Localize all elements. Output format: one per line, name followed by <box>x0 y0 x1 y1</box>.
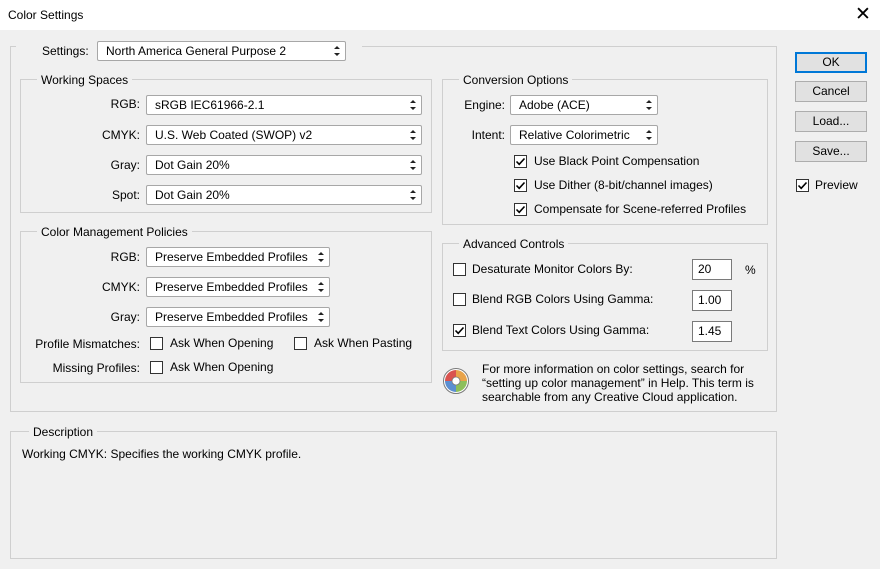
dither-checkbox[interactable] <box>514 179 527 192</box>
ws-rgb-dropdown[interactable]: sRGB IEC61966-2.1 <box>146 95 422 115</box>
load-button[interactable]: Load... <box>795 111 867 132</box>
desaturate-unit: % <box>745 263 756 277</box>
dropdown-arrow-icon <box>410 160 416 170</box>
dropdown-arrow-icon <box>334 46 340 56</box>
ws-spot-value: Dot Gain 20% <box>155 188 230 202</box>
save-button[interactable]: Save... <box>795 141 867 162</box>
blend-text-label: Blend Text Colors Using Gamma: <box>472 323 650 337</box>
conversion-legend: Conversion Options <box>459 73 573 87</box>
desaturate-input[interactable]: 20 <box>692 259 732 280</box>
dropdown-arrow-icon <box>318 282 324 292</box>
description-legend: Description <box>29 425 98 439</box>
color-wheel-icon <box>443 368 469 394</box>
settings-value: North America General Purpose 2 <box>106 44 287 58</box>
policy-rgb-dropdown[interactable]: Preserve Embedded Profiles <box>146 247 330 267</box>
dropdown-arrow-icon <box>646 100 652 110</box>
blend-text-checkbox[interactable] <box>453 324 466 337</box>
checkmark-icon <box>797 181 808 190</box>
policy-gray-value: Preserve Embedded Profiles <box>155 310 308 324</box>
dither-label: Use Dither (8-bit/channel images) <box>534 178 713 192</box>
ws-cmyk-label: CMYK: <box>101 128 140 142</box>
policy-cmyk-label: CMYK: <box>101 280 140 294</box>
description-text: Working CMYK: Specifies the working CMYK… <box>22 447 302 461</box>
intent-label: Intent: <box>471 128 505 142</box>
info-line-2: “setting up color management” in Help. T… <box>482 376 754 390</box>
settings-label: Settings: <box>42 44 89 58</box>
ws-gray-label: Gray: <box>110 158 140 172</box>
scene-referred-checkbox[interactable] <box>514 203 527 216</box>
title-bar: Color Settings ✕ <box>0 0 880 30</box>
cancel-button[interactable]: Cancel <box>795 81 867 102</box>
dropdown-arrow-icon <box>410 100 416 110</box>
blend-rgb-checkbox[interactable] <box>453 293 466 306</box>
blend-rgb-input[interactable]: 1.00 <box>692 290 732 311</box>
missing-opening-checkbox[interactable] <box>150 361 163 374</box>
dropdown-arrow-icon <box>410 190 416 200</box>
engine-value: Adobe (ACE) <box>519 98 590 112</box>
profile-mismatches-label: Profile Mismatches: <box>35 337 140 351</box>
info-line-3: searchable from any Creative Cloud appli… <box>482 390 738 404</box>
dropdown-arrow-icon <box>318 252 324 262</box>
checkmark-icon <box>454 326 465 335</box>
missing-profiles-label: Missing Profiles: <box>52 361 140 375</box>
close-icon[interactable]: ✕ <box>846 0 880 30</box>
intent-dropdown[interactable]: Relative Colorimetric <box>510 125 658 145</box>
mismatch-pasting-label: Ask When Pasting <box>314 336 413 350</box>
policy-cmyk-dropdown[interactable]: Preserve Embedded Profiles <box>146 277 330 297</box>
policy-gray-dropdown[interactable]: Preserve Embedded Profiles <box>146 307 330 327</box>
ws-spot-label: Spot: <box>111 188 140 202</box>
engine-dropdown[interactable]: Adobe (ACE) <box>510 95 658 115</box>
checkmark-icon <box>515 157 526 166</box>
preview-label: Preview <box>815 178 858 192</box>
preview-checkbox[interactable] <box>796 179 809 192</box>
policies-legend: Color Management Policies <box>37 225 192 239</box>
checkmark-icon <box>515 205 526 214</box>
scene-referred-label: Compensate for Scene-referred Profiles <box>534 202 747 216</box>
intent-value: Relative Colorimetric <box>519 128 630 142</box>
desaturate-checkbox[interactable] <box>453 263 466 276</box>
desaturate-label: Desaturate Monitor Colors By: <box>472 262 633 276</box>
dropdown-arrow-icon <box>410 130 416 140</box>
advanced-legend: Advanced Controls <box>459 237 569 251</box>
settings-dropdown[interactable]: North America General Purpose 2 <box>97 41 346 61</box>
policy-gray-label: Gray: <box>110 310 140 324</box>
window-title: Color Settings <box>8 8 84 22</box>
policy-cmyk-value: Preserve Embedded Profiles <box>155 280 308 294</box>
black-point-label: Use Black Point Compensation <box>534 154 700 168</box>
missing-opening-label: Ask When Opening <box>170 360 274 374</box>
policy-rgb-value: Preserve Embedded Profiles <box>155 250 308 264</box>
dropdown-arrow-icon <box>646 130 652 140</box>
ws-spot-dropdown[interactable]: Dot Gain 20% <box>146 185 422 205</box>
info-line-1: For more information on color settings, … <box>482 362 745 376</box>
working-spaces-legend: Working Spaces <box>37 73 133 87</box>
ws-rgb-label: RGB: <box>110 97 140 111</box>
blend-text-input[interactable]: 1.45 <box>692 321 732 342</box>
engine-label: Engine: <box>464 98 505 112</box>
ws-cmyk-dropdown[interactable]: U.S. Web Coated (SWOP) v2 <box>146 125 422 145</box>
dropdown-arrow-icon <box>318 312 324 322</box>
mismatch-opening-checkbox[interactable] <box>150 337 163 350</box>
ws-cmyk-value: U.S. Web Coated (SWOP) v2 <box>155 128 313 142</box>
mismatch-opening-label: Ask When Opening <box>170 336 274 350</box>
checkmark-icon <box>515 181 526 190</box>
mismatch-pasting-checkbox[interactable] <box>294 337 307 350</box>
ok-button[interactable]: OK <box>795 52 867 73</box>
ws-gray-dropdown[interactable]: Dot Gain 20% <box>146 155 422 175</box>
policy-rgb-label: RGB: <box>110 250 140 264</box>
black-point-checkbox[interactable] <box>514 155 527 168</box>
ws-rgb-value: sRGB IEC61966-2.1 <box>155 98 265 112</box>
ws-gray-value: Dot Gain 20% <box>155 158 230 172</box>
blend-rgb-label: Blend RGB Colors Using Gamma: <box>472 292 654 306</box>
